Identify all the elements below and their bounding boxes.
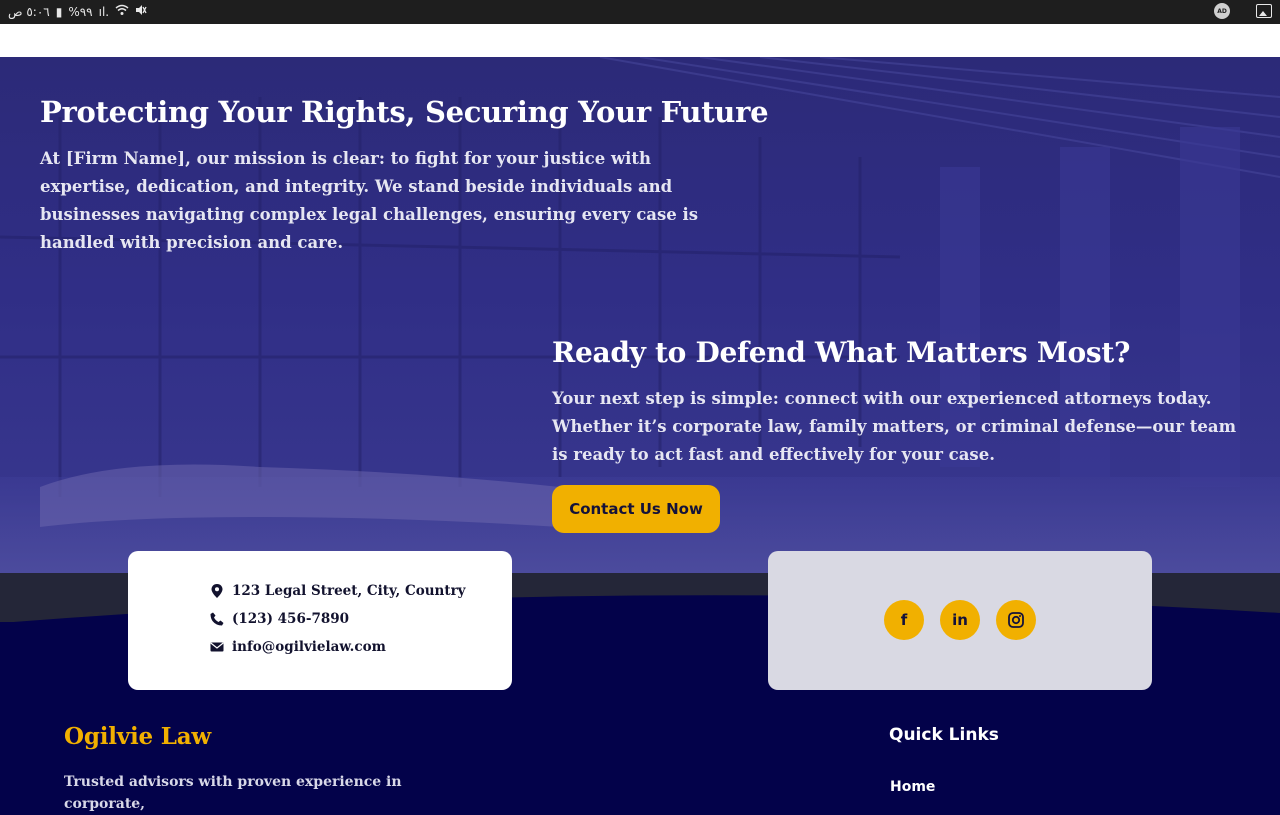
cta-text: Your next step is simple: connect with o… (552, 389, 1237, 464)
hero-section: Protecting Your Rights, Securing Your Fu… (0, 57, 1280, 573)
footer-brand[interactable]: Ogilvie Law (64, 723, 211, 750)
linkedin-icon: in (952, 611, 968, 629)
quick-link-home[interactable]: Home (890, 779, 935, 795)
mission-text: At [Firm Name], our mission is clear: to… (40, 149, 699, 252)
contact-us-button[interactable]: Contact Us Now (552, 485, 720, 533)
address-text: 123 Legal Street, City, Country (232, 583, 466, 599)
address-row: 123 Legal Street, City, Country (210, 583, 466, 599)
wifi-icon (115, 4, 129, 20)
phone-icon (210, 612, 224, 626)
battery-icon: ▮ (55, 5, 63, 19)
facebook-button[interactable]: f (884, 600, 924, 640)
envelope-icon (210, 642, 224, 652)
signal-icon: ıl. (98, 5, 110, 19)
time-text: ٥:٠٦ ص (8, 5, 50, 19)
cta-title: Ready to Defend What Matters Most? (552, 336, 1131, 369)
location-pin-icon (211, 584, 223, 598)
image-icon[interactable] (1256, 4, 1272, 18)
facebook-icon: f (900, 611, 908, 629)
status-bar: ٥:٠٦ ص ▮ %٩٩ ıl. AD (0, 0, 1280, 24)
contact-card: 123 Legal Street, City, Country (123) 45… (128, 551, 512, 690)
email-row[interactable]: info@ogilvielaw.com (210, 639, 386, 655)
phone-row[interactable]: (123) 456-7890 (210, 611, 349, 627)
instagram-button[interactable] (996, 600, 1036, 640)
phone-text[interactable]: (123) 456-7890 (232, 611, 349, 627)
footer-tagline: Trusted advisors with proven experience … (64, 774, 402, 812)
ad-block-icon[interactable]: AD (1214, 3, 1230, 19)
linkedin-button[interactable]: in (940, 600, 980, 640)
battery-level-text: %٩٩ (68, 5, 93, 19)
site-header (0, 24, 1280, 57)
email-text[interactable]: info@ogilvielaw.com (232, 639, 386, 655)
social-card: f in (768, 551, 1152, 690)
instagram-icon (1008, 612, 1024, 628)
mute-icon (135, 4, 147, 20)
hero-title: Protecting Your Rights, Securing Your Fu… (40, 95, 769, 129)
quick-links-title: Quick Links (889, 725, 999, 745)
